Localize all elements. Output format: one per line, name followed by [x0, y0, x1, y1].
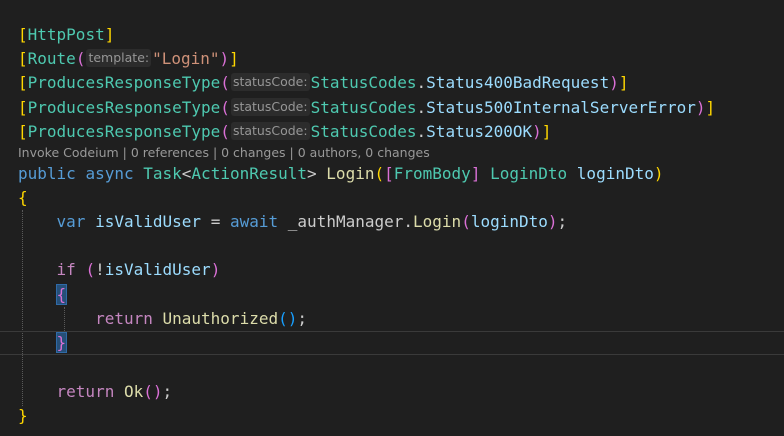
status-class-200: StatusCodes	[310, 122, 417, 141]
matched-bracket-close: }	[55, 332, 68, 353]
kw-await: await	[229, 212, 279, 231]
code-line-if-close-brace[interactable]: }	[18, 331, 68, 355]
code-line-if[interactable]: if (!isValidUser)	[18, 258, 221, 282]
kw-if: if	[56, 260, 76, 279]
matched-bracket-open: {	[55, 284, 68, 305]
status-500: Status500InternalServerError	[426, 98, 696, 117]
status-400: Status400BadRequest	[426, 73, 610, 92]
type-logindto: LoginDto	[490, 164, 568, 183]
attr-produces-400: ProducesResponseType	[27, 73, 221, 92]
type-actionresult: ActionResult	[191, 164, 308, 183]
attr-produces-200: ProducesResponseType	[27, 122, 221, 141]
kw-return-2: return	[56, 382, 115, 401]
arg-logindto: loginDto	[470, 212, 548, 231]
code-line-produces-500[interactable]: [ProducesResponseType(statusCode: StatusC…	[18, 96, 715, 120]
current-line-highlight	[0, 331, 784, 355]
cond-isvaliduser: isValidUser	[104, 260, 211, 279]
status-class-400: StatusCodes	[310, 73, 417, 92]
code-line-produces-200[interactable]: [ProducesResponseType(statusCode: StatusC…	[18, 120, 551, 144]
var-isvaliduser: isValidUser	[95, 212, 202, 231]
param-hint-statuscode-400: statusCode:	[230, 73, 310, 91]
attr-frombody: FromBody	[393, 164, 471, 183]
code-line-var-isvalid[interactable]: var isValidUser = await _authManager.Log…	[18, 210, 568, 234]
code-line-open-brace[interactable]: {	[18, 186, 28, 210]
method-login: Login	[326, 164, 375, 183]
kw-async: async	[85, 164, 134, 183]
code-line-httppost[interactable]: [HttpPost]	[18, 23, 114, 47]
kw-return-1: return	[95, 309, 153, 328]
param-logindto: loginDto	[576, 164, 654, 183]
code-line-if-open-brace[interactable]: {	[18, 283, 68, 307]
field-authmanager: _authManager	[287, 212, 404, 231]
code-line-return-unauthorized[interactable]: return Unauthorized();	[18, 307, 307, 331]
route-string: "Login"	[152, 49, 220, 68]
attr-route: Route	[27, 49, 76, 68]
code-line-route[interactable]: [Route(template: "Login")]	[18, 47, 239, 71]
code-line-method-signature[interactable]: public async Task<ActionResult> Login([F…	[18, 162, 664, 186]
type-task: Task	[143, 164, 182, 183]
method-ok: Ok	[123, 382, 144, 401]
method-unauthorized: Unauthorized	[162, 309, 279, 328]
param-hint-template: template:	[86, 49, 152, 67]
method-login-call: Login	[413, 212, 462, 231]
param-hint-statuscode-500: statusCode:	[230, 98, 310, 116]
code-line-close-brace[interactable]: }	[18, 404, 28, 428]
code-line-produces-400[interactable]: [ProducesResponseType(statusCode: StatusC…	[18, 71, 628, 95]
attr-httppost: HttpPost	[27, 25, 105, 44]
codelens-bar[interactable]: Invoke Codeium | 0 references | 0 change…	[18, 143, 430, 163]
kw-public: public	[18, 164, 76, 183]
status-class-500: StatusCodes	[310, 98, 417, 117]
status-200: Status200OK	[426, 122, 533, 141]
code-line-return-ok[interactable]: return Ok();	[18, 380, 173, 404]
attr-produces-500: ProducesResponseType	[27, 98, 221, 117]
code-editor[interactable]: [HttpPost] [Route(template: "Login")] [Pr…	[0, 0, 784, 436]
kw-var: var	[56, 212, 86, 231]
param-hint-statuscode-200: statusCode:	[230, 122, 310, 140]
